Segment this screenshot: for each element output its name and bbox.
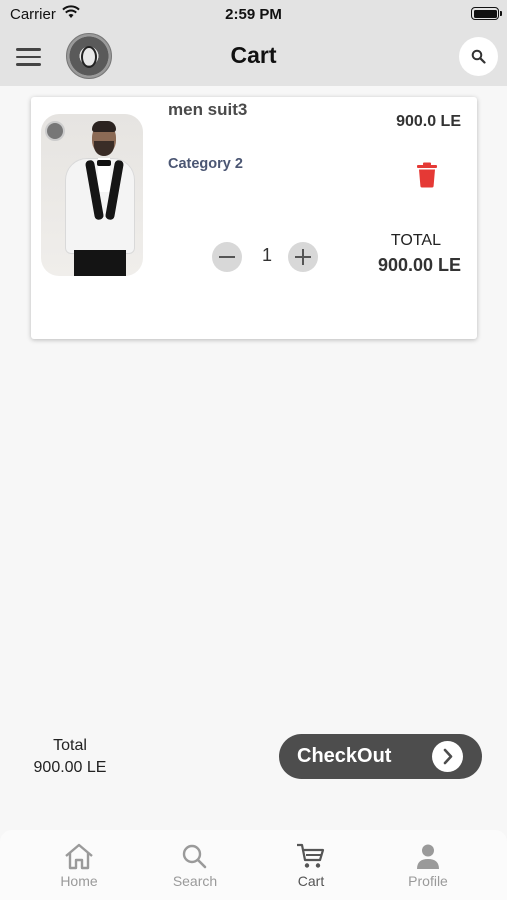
tab-search[interactable]: Search (155, 842, 235, 892)
chevron-right-icon (432, 741, 463, 772)
menu-icon[interactable] (16, 48, 42, 68)
cart-total-label: Total (53, 737, 87, 754)
clock: 2:59 PM (225, 6, 282, 23)
tab-cart-label: Cart (297, 873, 325, 889)
unit-price: 900.0 LE (396, 113, 461, 130)
tab-search-label: Search (172, 873, 218, 889)
search-icon (182, 844, 207, 869)
cart-item-card: men suit3 Category 2 900.0 LE 1 TOTAL 90… (31, 97, 477, 339)
bottom-tab-bar: Home Search Cart Profile (0, 830, 507, 900)
tab-home-label: Home (60, 873, 98, 889)
trash-icon (417, 162, 437, 188)
line-total-value: 900.00 LE (377, 255, 461, 275)
line-total-label: TOTAL (390, 232, 441, 249)
checkout-button[interactable]: CheckOut (279, 734, 482, 779)
search-icon (471, 49, 486, 64)
tab-profile-label: Profile (408, 873, 448, 889)
quantity-value: 1 (261, 245, 272, 265)
person-icon (417, 844, 439, 869)
tab-profile[interactable]: Profile (388, 842, 468, 892)
increase-quantity-button[interactable] (288, 242, 318, 272)
search-button[interactable] (459, 37, 498, 76)
delete-item-button[interactable] (416, 162, 438, 188)
battery-icon (471, 7, 502, 20)
product-name: men suit3 (168, 100, 248, 119)
decrease-quantity-button[interactable] (212, 242, 242, 272)
tab-cart[interactable]: Cart (271, 842, 351, 892)
status-bar: Carrier 2:59 PM (0, 0, 507, 28)
cart-total-value: 900.00 LE (33, 759, 107, 776)
product-image[interactable] (41, 114, 143, 276)
tab-home[interactable]: Home (39, 842, 119, 892)
home-icon (65, 843, 93, 870)
app-header: Cart (0, 28, 507, 86)
checkout-label: CheckOut (297, 745, 392, 767)
brand-logo[interactable] (66, 33, 112, 79)
cart-icon (297, 843, 325, 868)
product-category: Category 2 (168, 156, 243, 172)
